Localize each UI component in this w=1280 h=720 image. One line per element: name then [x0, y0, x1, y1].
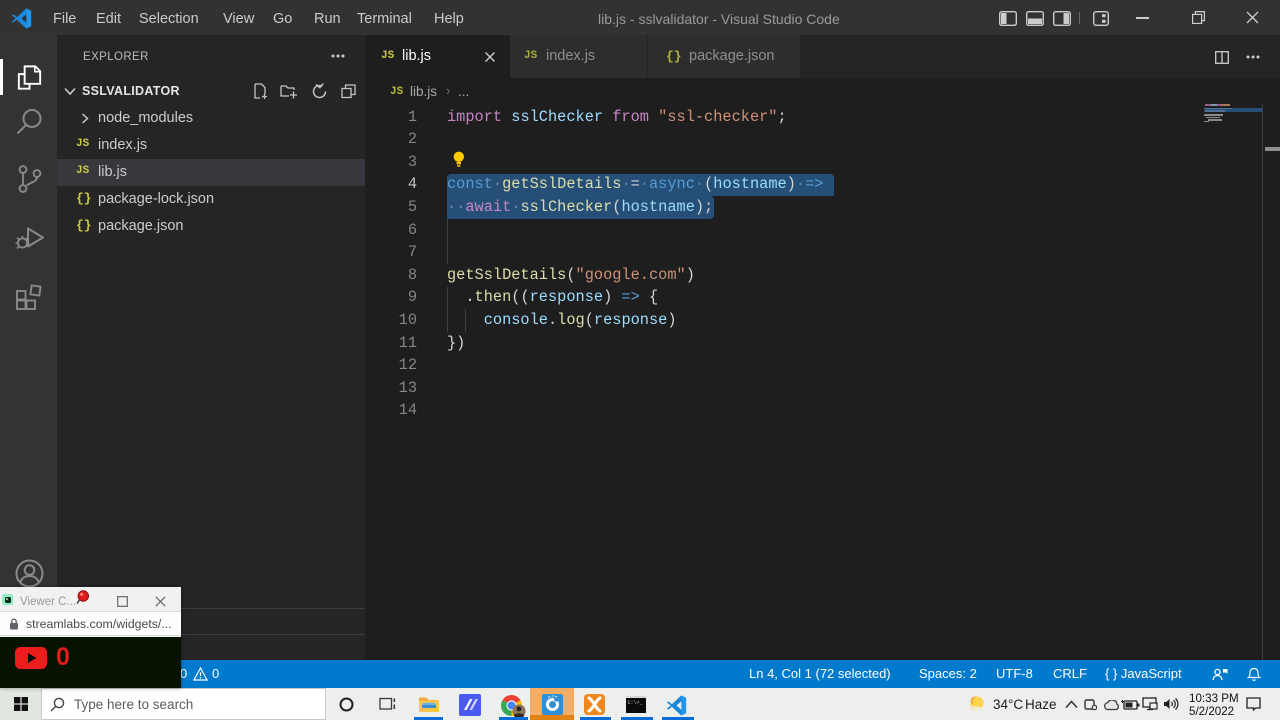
svg-text:C:\>_: C:\>_ [628, 700, 644, 706]
